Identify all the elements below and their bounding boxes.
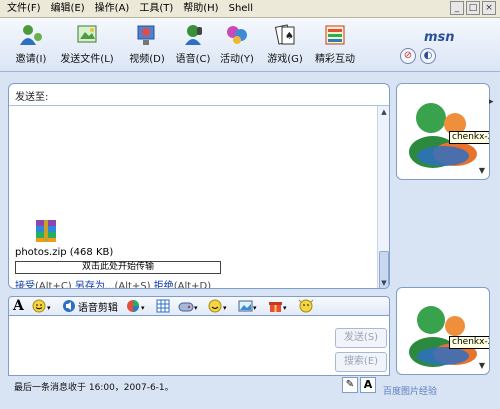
scroll-up-icon[interactable]: ▲ [379,107,389,117]
accept-shortcut: (Alt+C) [35,281,72,289]
start-transfer-button[interactable]: 双击此处开始传输 [15,261,221,274]
close-button[interactable]: × [482,1,496,15]
font-button[interactable]: A [13,298,24,314]
smiley-icon: ▾ [208,299,227,313]
status-text: 最后一条消息收于 16:00，2007-6-1。 [14,383,174,393]
svg-text:♠: ♠ [285,31,294,42]
display-pic-icon[interactable]: ◐ [420,48,436,64]
send-file-button[interactable]: 发送文件(L) [58,22,116,70]
activity-icon [223,22,251,48]
invite-label: 邀请(I) [15,54,47,65]
vertical-scrollbar[interactable]: ▲ ▼ [377,106,389,288]
buzz-icon [298,299,314,313]
text-mode-icon[interactable]: A [360,377,376,393]
accept-link[interactable]: 接受 [15,281,35,288]
file-name: photos.zip (468 KB) [15,247,114,258]
menu-edit[interactable]: 编辑(E) [46,0,90,18]
interactive-button[interactable]: 精彩互动 [306,22,364,70]
send-button[interactable]: 发送(S) [335,328,387,348]
contact-picture-card[interactable]: chenkx-200 ▼ [396,83,490,180]
decline-shortcut: (Alt+D) [173,281,212,289]
font-icon: A [13,298,24,314]
voice-clip-button[interactable]: 语音剪辑 [62,299,118,314]
svg-text:▾: ▾ [141,304,145,312]
grid-icon [156,299,170,313]
emoticon-icon: ▾ [32,299,51,313]
interactive-label: 精彩互动 [315,54,355,65]
handwriting-icon[interactable]: ✎ [342,377,358,393]
menu-help[interactable]: 帮助(H) [178,0,223,18]
view-toggle: ✎ A [342,377,376,393]
conversation-panel: 发送至: ▲ ▼ photos.zip (468 KB) 双击此处开始传输 接受… [8,83,390,289]
format-toolbar: A ▾ 语音剪辑 ▾ ▾ ▾ ▾ ▾ [8,296,390,316]
gamepad-icon: ▾ [178,302,198,312]
block-icon[interactable]: ⊘ [400,48,416,64]
zip-file-icon[interactable] [33,218,59,247]
voice-icon [179,22,207,48]
minimize-button[interactable]: _ [450,1,464,15]
gift-button[interactable]: ▾ [268,299,290,313]
msn-buddy-icon [409,103,477,168]
svg-text:▾: ▾ [253,304,257,312]
watermark: 百度图片经验 [383,387,438,397]
menu-tools[interactable]: 工具(T) [134,0,178,18]
gift-icon: ▾ [268,302,287,312]
buzz-button[interactable] [298,299,314,313]
menu-bar: 文件(F) 编辑(E) 操作(A) 工具(T) 帮助(H) Shell _ □ … [0,0,500,18]
message-input[interactable]: 发送(S) 搜索(E) [8,316,390,376]
send-to-label: 发送至: [15,92,49,103]
video-icon [133,22,161,48]
send-file-icon [73,22,101,48]
my-picture-card[interactable]: chenkx-2 ▼ [396,287,490,375]
send-file-label: 发送文件(L) [60,54,114,65]
window-controls: _ □ × [450,1,496,15]
game-icon: ♠ [271,22,299,48]
svg-text:▾: ▾ [194,304,198,312]
contact-tooltip: chenkx-200 [449,131,489,144]
game-invite-button[interactable]: ▾ [178,299,200,313]
voice-clip-label: 语音剪辑 [77,302,118,314]
menu-file[interactable]: 文件(F) [2,0,46,18]
picture-icon: ▾ [238,300,257,312]
transfer-actions: 接受(Alt+C) 另存为...(Alt+S) 拒绝(Alt+D) [15,277,212,289]
save-as-shortcut: (Alt+S) [114,281,151,289]
chevron-down-icon[interactable]: ▼ [479,361,485,370]
msn-buddy-icon [409,306,477,367]
save-as-link[interactable]: 另存为... [75,281,115,288]
search-button[interactable]: 搜索(E) [335,352,387,372]
chevron-down-icon[interactable]: ▼ [479,166,485,175]
speaker-icon [62,300,75,312]
wink-icon: ▾ [126,300,145,312]
menu-actions[interactable]: 操作(A) [90,0,135,18]
svg-text:▾: ▾ [223,304,227,312]
nudge-button[interactable]: ▾ [208,299,230,313]
svg-text:▾: ▾ [283,304,287,312]
svg-text:▾: ▾ [47,304,51,312]
wink-button[interactable]: ▾ [126,299,148,313]
interactive-icon [321,22,349,48]
divider [9,105,389,106]
menu-shell[interactable]: Shell [224,0,258,18]
emoticon-button[interactable]: ▾ [32,299,54,313]
scroll-down-icon[interactable]: ▼ [379,278,389,288]
picture-button[interactable]: ▾ [238,299,260,313]
invite-button[interactable]: 邀请(I) [2,22,60,70]
maximize-button[interactable]: □ [466,1,480,15]
msn-logo: msn [424,30,455,45]
decline-link[interactable]: 拒绝 [154,281,174,288]
background-button[interactable] [156,299,170,313]
invite-icon [17,22,45,48]
toolbar: 邀请(I) 发送文件(L) 视频(D) 语音(C) 活动(Y) ♠ 游戏(G) [0,18,500,72]
my-tooltip: chenkx-2 [449,336,489,349]
collapse-arrow-icon[interactable]: ▸ [489,97,494,107]
